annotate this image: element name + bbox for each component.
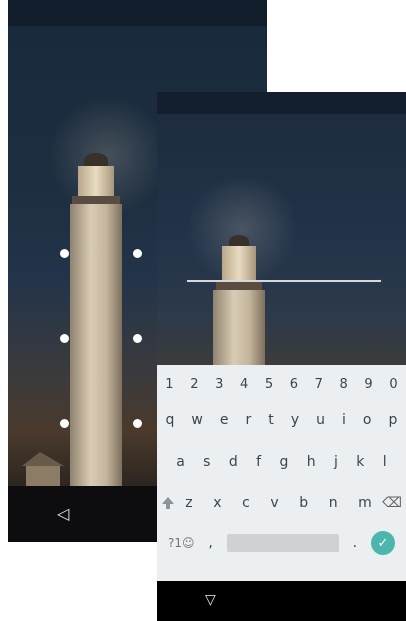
key-row-1: qw e rt y u i o p <box>157 403 406 437</box>
back-icon[interactable]: ▽ <box>205 592 216 608</box>
letter-key[interactable]: w <box>191 412 202 428</box>
letter-key[interactable]: a <box>176 454 185 470</box>
letter-key[interactable]: g <box>279 454 288 470</box>
backspace-key-icon[interactable]: ⌫ <box>382 495 402 511</box>
pattern-dot-4[interactable] <box>133 334 142 343</box>
number-key[interactable]: 9 <box>364 377 372 392</box>
pattern-dot-5[interactable] <box>60 419 69 428</box>
password-lock-screen: 1 2 3 4 5 6 7 8 9 0 qw e rt y u i o p a s d f g h j k l z x c v b n m … <box>157 92 406 621</box>
pattern-dot-1[interactable] <box>60 249 69 258</box>
space-bar-key[interactable] <box>226 534 339 552</box>
letter-key[interactable]: z <box>185 495 192 511</box>
letter-key[interactable]: v <box>270 495 278 511</box>
pattern-dot-6[interactable] <box>133 419 142 428</box>
letter-key[interactable]: s <box>203 454 210 470</box>
letter-key[interactable]: j <box>334 454 338 470</box>
letter-key[interactable]: n <box>329 495 338 511</box>
letter-key[interactable]: k <box>356 454 364 470</box>
letter-key[interactable]: l <box>383 454 387 470</box>
letter-key[interactable]: u <box>316 412 325 428</box>
number-key[interactable]: 6 <box>290 377 298 392</box>
shift-key-icon[interactable] <box>161 496 175 510</box>
navigation-bar: ▽ <box>157 581 406 621</box>
soft-keyboard: 1 2 3 4 5 6 7 8 9 0 qw e rt y u i o p a s d f g h j k l z x c v b n m … <box>157 365 406 581</box>
letter-key[interactable]: q <box>166 412 175 428</box>
wallpaper <box>157 114 406 370</box>
letter-key[interactable]: f <box>256 454 261 470</box>
status-bar <box>157 92 406 114</box>
period-key[interactable]: . <box>353 535 357 551</box>
letter-key[interactable]: r <box>246 412 252 428</box>
comma-key[interactable]: , <box>208 535 212 551</box>
letter-key[interactable]: p <box>389 412 398 428</box>
number-key[interactable]: 4 <box>240 377 248 392</box>
cottage-image <box>22 452 64 486</box>
key-row-bottom: ?1☺ , . ✓ <box>157 526 406 560</box>
enter-key-icon[interactable]: ✓ <box>371 531 395 555</box>
letter-key[interactable]: d <box>229 454 238 470</box>
letter-key[interactable]: c <box>242 495 250 511</box>
key-row-2: asdfghjkl <box>157 445 406 479</box>
back-icon[interactable]: ◁ <box>57 506 69 522</box>
letter-key[interactable]: i <box>342 412 346 428</box>
number-key[interactable]: 3 <box>215 377 223 392</box>
letter-key[interactable]: x <box>213 495 221 511</box>
status-bar <box>8 0 267 26</box>
letter-key[interactable]: h <box>307 454 316 470</box>
number-key[interactable]: 2 <box>190 377 198 392</box>
letter-key[interactable]: m <box>358 495 372 511</box>
pattern-dot-3[interactable] <box>60 334 69 343</box>
number-key[interactable]: 7 <box>315 377 323 392</box>
password-input-line[interactable] <box>187 280 381 282</box>
number-key[interactable]: 0 <box>389 377 397 392</box>
letter-key[interactable]: y <box>291 412 299 428</box>
number-key[interactable]: 5 <box>265 377 273 392</box>
number-row: 1 2 3 4 5 6 7 8 9 0 <box>157 367 406 401</box>
key-row-3: z x c v b n m ⌫ <box>157 486 406 520</box>
letter-key[interactable]: o <box>363 412 372 428</box>
letter-key[interactable]: t <box>268 412 274 428</box>
letter-key[interactable]: b <box>299 495 308 511</box>
symbols-key[interactable]: ?1☺ <box>168 536 195 550</box>
number-key[interactable]: 8 <box>340 377 348 392</box>
number-key[interactable]: 1 <box>165 377 173 392</box>
letter-key[interactable]: e <box>220 412 229 428</box>
pattern-dot-2[interactable] <box>133 249 142 258</box>
